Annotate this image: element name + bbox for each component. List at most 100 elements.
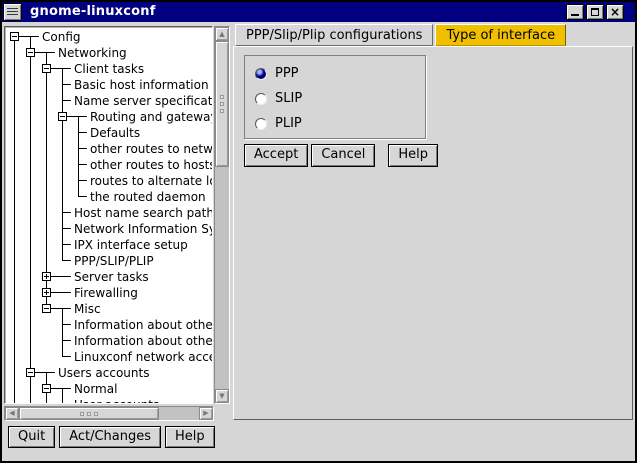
tree-item[interactable]: other routes to hosts — [7, 157, 212, 173]
tree-guide — [39, 189, 55, 205]
tree-item[interactable]: Config — [7, 29, 212, 45]
tree-guide — [7, 125, 23, 141]
tree-item[interactable]: Routing and gateways — [7, 109, 212, 125]
tree-item-label: PPP/SLIP/PLIP — [71, 254, 154, 268]
tree-item-label: Firewalling — [71, 286, 138, 300]
bottom-button-bar: QuitAct/ChangesHelp — [8, 426, 215, 448]
tree-item-label: Networking — [55, 46, 127, 60]
tree-guide — [23, 397, 39, 404]
tree-item[interactable]: Firewalling — [7, 285, 212, 301]
titlebar[interactable]: gnome-linuxconf × — [2, 2, 635, 22]
minimize-button[interactable] — [566, 4, 584, 20]
scroll-down-button[interactable]: ▼ — [215, 389, 229, 403]
tree-guide — [23, 189, 39, 205]
tree-spacer — [39, 349, 55, 365]
tree-item[interactable]: other routes to networks — [7, 141, 212, 157]
accept-button[interactable]: Accept — [244, 144, 308, 167]
radio-selected-icon[interactable] — [255, 68, 267, 80]
horizontal-scrollbar-thumb[interactable] — [19, 407, 159, 420]
close-button[interactable]: × — [606, 4, 624, 20]
tree-item[interactable]: Network Information System — [7, 221, 212, 237]
tree-expander-minus-icon[interactable] — [23, 365, 39, 381]
close-icon: × — [607, 5, 623, 19]
radio-option-slip[interactable]: SLIP — [255, 86, 425, 111]
help-button[interactable]: Help — [165, 426, 215, 448]
tree-guide — [39, 141, 55, 157]
cancel-button[interactable]: Cancel — [311, 144, 375, 167]
tree-item[interactable]: Name server specification (DNS) — [7, 93, 212, 109]
grip-icon — [87, 412, 91, 416]
scroll-up-button[interactable]: ▲ — [215, 27, 229, 41]
tree-item[interactable]: the routed daemon — [7, 189, 212, 205]
radio-label: PLIP — [275, 116, 302, 131]
tree-item-label: Normal — [71, 382, 117, 396]
tree-item-label: Server tasks — [71, 270, 149, 284]
tree-item[interactable]: Normal — [7, 381, 212, 397]
tree-item[interactable]: User accounts — [7, 397, 212, 404]
tree-guide — [23, 61, 39, 77]
scroll-left-button[interactable]: ◀ — [5, 407, 19, 420]
tree-item[interactable]: Basic host information — [7, 77, 212, 93]
tree-guide — [39, 109, 55, 125]
tree-expander-minus-icon[interactable] — [39, 381, 55, 397]
help-button[interactable]: Help — [388, 144, 438, 167]
vertical-scrollbar-thumb[interactable] — [215, 41, 229, 167]
tree-item[interactable]: Users accounts — [7, 365, 212, 381]
tree-guide — [55, 349, 71, 365]
tree-item[interactable]: routes to alternate local nets — [7, 173, 212, 189]
quit-button[interactable]: Quit — [8, 426, 55, 448]
tree-guide — [23, 253, 39, 269]
tree-item[interactable]: IPX interface setup — [7, 237, 212, 253]
tab-type-of-interface[interactable]: Type of interface — [435, 24, 566, 46]
tree-guide — [71, 157, 87, 173]
act-changes-button[interactable]: Act/Changes — [59, 426, 161, 448]
horizontal-scrollbar[interactable]: ◀ ▶ — [4, 406, 214, 421]
tree-item[interactable]: Server tasks — [7, 269, 212, 285]
tree-item[interactable]: PPP/SLIP/PLIP — [7, 253, 212, 269]
tree-item[interactable]: Information about other networks — [7, 333, 212, 349]
radio-option-ppp[interactable]: PPP — [255, 61, 425, 86]
tab-ppp-slip-plip-configurations[interactable]: PPP/Slip/Plip configurations — [235, 24, 433, 46]
tree-item[interactable]: Networking — [7, 45, 212, 61]
tree-guide — [7, 93, 23, 109]
radio-group: PPPSLIP PLIP — [244, 55, 426, 139]
tree-guide — [7, 141, 23, 157]
triangle-down-icon: ▼ — [219, 393, 224, 400]
tree-expander-minus-icon[interactable] — [39, 301, 55, 317]
tree-guide — [23, 157, 39, 173]
tree-view[interactable]: ConfigNetworkingClient tasksBasic host i… — [4, 26, 213, 404]
maximize-button[interactable] — [586, 4, 604, 20]
tree-guide — [55, 237, 71, 253]
tree-item[interactable]: Defaults — [7, 125, 212, 141]
tree-guide — [55, 397, 71, 404]
tree-guide — [23, 269, 39, 285]
tree-item[interactable]: Host name search path — [7, 205, 212, 221]
tree-expander-minus-icon[interactable] — [39, 61, 55, 77]
tree-guide — [39, 205, 55, 221]
tree-expander-plus-icon[interactable] — [39, 269, 55, 285]
window-menu-button[interactable] — [3, 3, 22, 21]
type-of-interface-page: PPPSLIP PLIP AcceptCancel Help — [233, 46, 633, 420]
tree-expander-minus-icon[interactable] — [55, 109, 71, 125]
tree-guide — [39, 45, 55, 61]
tree-guide — [23, 77, 39, 93]
tree-guide — [39, 157, 55, 173]
radio-unselected-icon[interactable] — [255, 93, 267, 105]
tree-guide — [7, 205, 23, 221]
tree-guide — [55, 253, 71, 269]
tree-guide — [23, 381, 39, 397]
tree-item[interactable]: Client tasks — [7, 61, 212, 77]
radio-option-plip[interactable]: PLIP — [255, 111, 425, 136]
tree-item[interactable]: Information about other hosts — [7, 317, 212, 333]
tree-item[interactable]: Linuxconf network access — [7, 349, 212, 365]
vertical-scrollbar[interactable]: ▲ ▼ — [214, 26, 230, 404]
tree-expander-minus-icon[interactable] — [23, 45, 39, 61]
radio-unselected-icon[interactable] — [255, 118, 267, 130]
tree-expander-minus-icon[interactable] — [7, 29, 23, 45]
tree-guide — [71, 189, 87, 205]
hamburger-icon — [7, 8, 18, 17]
tree-item[interactable]: Misc — [7, 301, 212, 317]
tree-guide — [55, 221, 71, 237]
tree-expander-plus-icon[interactable] — [39, 285, 55, 301]
scroll-right-button[interactable]: ▶ — [199, 407, 213, 420]
